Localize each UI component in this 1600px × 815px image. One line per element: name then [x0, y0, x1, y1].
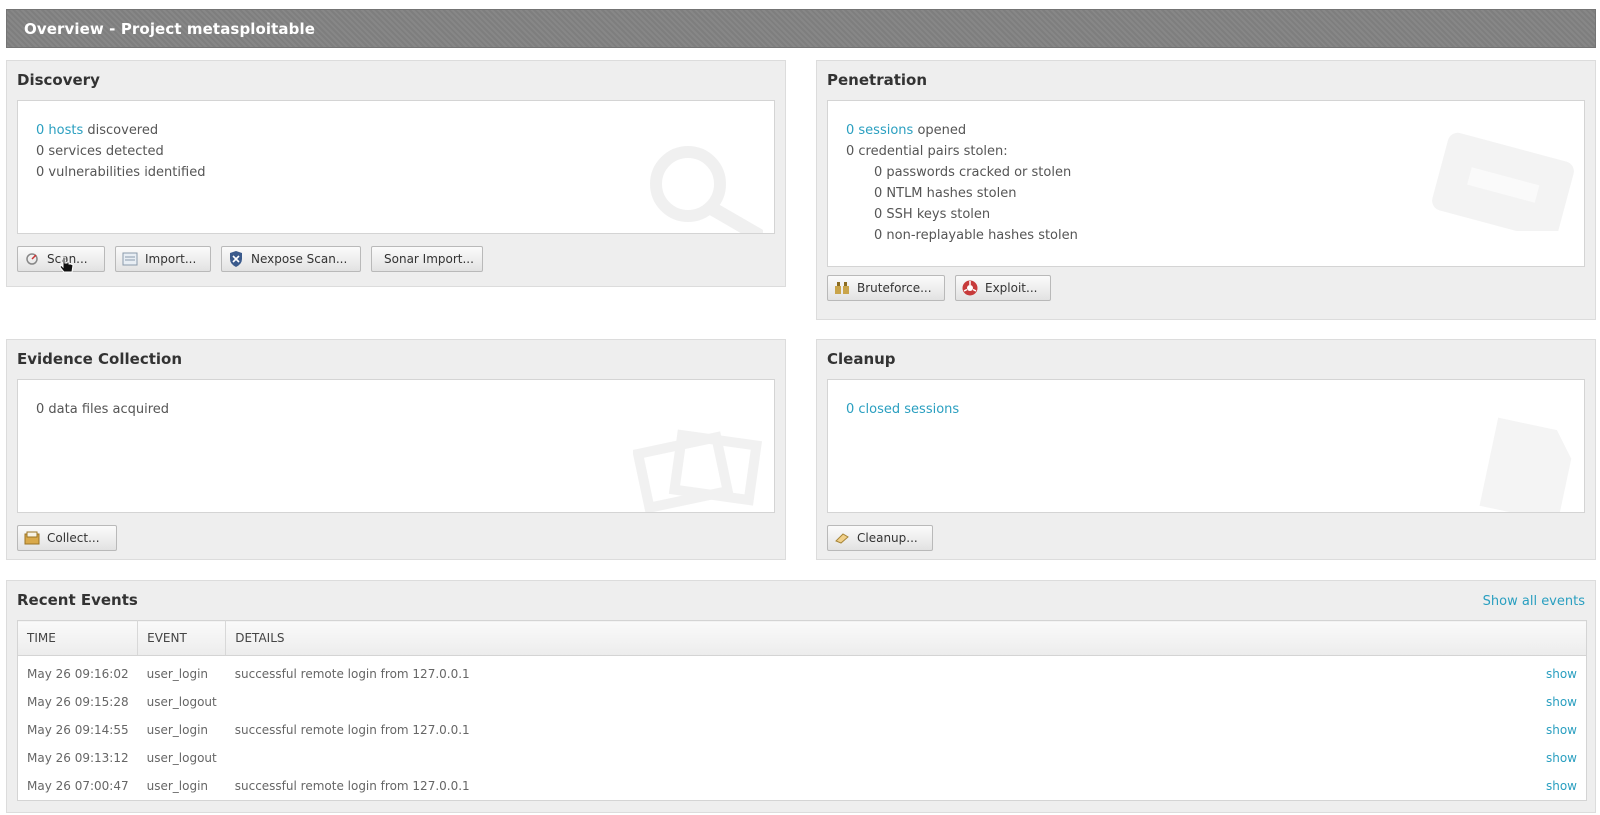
event-time: May 26 09:15:28 — [27, 695, 129, 709]
collect-icon — [24, 530, 40, 546]
import-button[interactable]: Import... — [115, 246, 211, 272]
table-row: May 26 07:00:47 user_login successful re… — [18, 772, 1587, 801]
table-row: May 26 09:15:28 user_logout show — [18, 688, 1587, 716]
vulns-stat: 0 vulnerabilities identified — [36, 165, 206, 180]
discovery-stats-box: 0 hosts discovered 0 services detected 0… — [17, 100, 775, 234]
cleanup-panel: Cleanup 0 closed sessions Cleanup... — [816, 339, 1596, 560]
show-event-link[interactable]: show — [1528, 744, 1587, 772]
show-all-events-link[interactable]: Show all events — [1483, 594, 1585, 609]
show-event-link[interactable]: show — [1528, 716, 1587, 744]
table-row: May 26 09:16:02 user_login successful re… — [18, 656, 1587, 689]
non-replayable-stat: 0 non-replayable hashes stolen — [874, 228, 1078, 243]
event-details — [226, 744, 1528, 772]
column-time[interactable]: TIME — [17, 620, 139, 656]
hand-cursor-icon — [59, 256, 74, 273]
column-action — [1528, 620, 1587, 656]
bruteforce-button[interactable]: Bruteforce... — [827, 275, 945, 301]
exploit-icon — [962, 280, 978, 296]
import-icon — [122, 251, 138, 267]
collect-button[interactable]: Collect... — [17, 525, 117, 551]
ntlm-stat: 0 NTLM hashes stolen — [874, 186, 1017, 201]
hosts-link[interactable]: 0 hosts — [36, 123, 83, 138]
eraser-icon — [834, 530, 850, 546]
penetration-stats-box: 0 sessions opened 0 credential pairs sto… — [827, 100, 1585, 267]
lock-icon — [1432, 132, 1574, 231]
photos-icon — [633, 429, 763, 512]
event-type: user_logout — [146, 695, 217, 709]
closed-sessions-link[interactable]: 0 closed sessions — [846, 402, 959, 417]
event-details: successful remote login from 127.0.0.1 — [234, 779, 470, 793]
cleanup-label: Cleanup... — [857, 531, 918, 545]
sonar-import-button[interactable]: Sonar Import... — [371, 246, 483, 272]
show-event-link[interactable]: show — [1528, 656, 1587, 689]
events-header-row: TIME EVENT DETAILS — [17, 620, 1587, 656]
data-files-stat: 0 data files acquired — [36, 402, 170, 417]
events-table: TIME EVENT DETAILS May 26 09:16:02 user_… — [17, 620, 1587, 801]
event-details — [226, 688, 1528, 716]
sessions-suffix: opened — [913, 123, 967, 138]
event-type: user_login — [146, 779, 209, 793]
event-type: user_login — [146, 723, 209, 737]
passwords-stat: 0 passwords cracked or stolen — [874, 165, 1072, 180]
event-time: May 26 09:16:02 — [27, 667, 129, 681]
nexpose-scan-button[interactable]: Nexpose Scan... — [221, 246, 361, 272]
document-icon — [1479, 417, 1572, 512]
penetration-title: Penetration — [827, 71, 928, 89]
scan-icon — [24, 251, 40, 267]
page-title: Overview - Project metasploitable — [24, 20, 316, 38]
event-details: successful remote login from 127.0.0.1 — [234, 723, 470, 737]
discovery-title: Discovery — [17, 71, 100, 89]
event-time: May 26 07:00:47 — [27, 779, 129, 793]
hosts-stat: 0 hosts discovered — [36, 123, 158, 138]
cleanup-button[interactable]: Cleanup... — [827, 525, 933, 551]
event-time: May 26 09:14:55 — [27, 723, 129, 737]
show-event-link[interactable]: show — [1528, 688, 1587, 716]
magnifier-icon — [650, 146, 763, 233]
evidence-title: Evidence Collection — [17, 350, 182, 368]
nexpose-scan-label: Nexpose Scan... — [251, 252, 348, 266]
show-event-link[interactable]: show — [1528, 772, 1587, 801]
evidence-stats-box: 0 data files acquired — [17, 379, 775, 513]
exploit-button[interactable]: Exploit... — [955, 275, 1051, 301]
bruteforce-label: Bruteforce... — [857, 281, 932, 295]
event-type: user_logout — [146, 751, 217, 765]
page-header: Overview - Project metasploitable — [6, 9, 1596, 48]
event-details: successful remote login from 127.0.0.1 — [234, 667, 470, 681]
table-row: May 26 09:13:12 user_logout show — [18, 744, 1587, 772]
recent-events-title: Recent Events — [17, 591, 138, 609]
cleanup-stats-box: 0 closed sessions — [827, 379, 1585, 513]
discovery-panel: Discovery 0 hosts discovered 0 services … — [6, 60, 786, 287]
evidence-panel: Evidence Collection 0 data files acquire… — [6, 339, 786, 560]
sonar-import-label: Sonar Import... — [384, 252, 474, 266]
penetration-panel: Penetration 0 sessions opened 0 credenti… — [816, 60, 1596, 320]
import-button-label: Import... — [145, 252, 197, 266]
event-time: May 26 09:13:12 — [27, 751, 129, 765]
cleanup-title: Cleanup — [827, 350, 896, 368]
services-stat: 0 services detected — [36, 144, 164, 159]
exploit-label: Exploit... — [985, 281, 1038, 295]
ssh-keys-stat: 0 SSH keys stolen — [874, 207, 991, 222]
sessions-link[interactable]: 0 sessions — [846, 123, 913, 138]
recent-events-panel: Recent Events Show all events TIME EVENT… — [6, 580, 1596, 813]
bruteforce-icon — [834, 280, 850, 296]
sessions-stat: 0 sessions opened — [846, 123, 966, 138]
column-details[interactable]: DETAILS — [225, 620, 1528, 656]
nexpose-shield-icon — [228, 251, 244, 267]
collect-label: Collect... — [47, 531, 100, 545]
hosts-suffix: discovered — [83, 123, 159, 138]
table-row: May 26 09:14:55 user_login successful re… — [18, 716, 1587, 744]
credentials-stat: 0 credential pairs stolen: — [846, 144, 1008, 159]
event-type: user_login — [146, 667, 209, 681]
column-event[interactable]: EVENT — [137, 620, 227, 656]
